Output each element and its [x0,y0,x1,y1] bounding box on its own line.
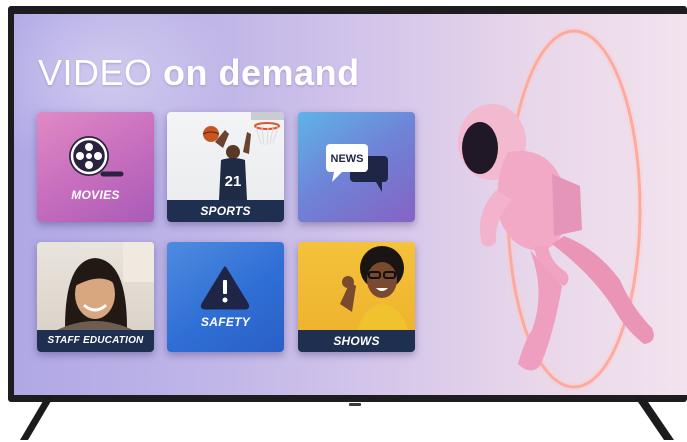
title-on-demand: on demand [163,52,360,93]
news-icon-label: NEWS [331,153,364,165]
page-title: VIDEO on demand [38,52,360,94]
astronaut-illustration [458,27,654,391]
tv-stand-right [634,396,674,440]
tile-staff-education[interactable]: STAFF EDUCATION [37,242,154,352]
tv-stand-left [20,396,54,440]
title-video: VIDEO [38,52,153,93]
tile-shows-label: SHOWS [298,330,415,352]
tile-movies[interactable]: MOVIES [37,112,154,222]
news-chat-bubbles-icon: NEWS [326,144,388,192]
tile-safety[interactable]: SAFETY [167,242,284,352]
tile-shows[interactable]: SHOWS [298,242,415,352]
tile-sports-label: SPORTS [167,200,284,222]
tile-sports[interactable]: 21 SPORTS [167,112,284,222]
tile-staff-education-label: STAFF EDUCATION [37,330,154,352]
warning-triangle-icon [200,266,250,310]
svg-text:21: 21 [225,173,242,190]
tv-screen: VIDEO on demand MOVIES 21 SPORTS NEWS ST… [14,14,687,395]
tile-movies-label: MOVIES [71,188,120,202]
film-reel-icon [69,136,124,177]
tile-safety-label: SAFETY [200,315,251,329]
tile-news[interactable]: NEWS [298,112,415,222]
tv-logo-port [349,403,361,406]
